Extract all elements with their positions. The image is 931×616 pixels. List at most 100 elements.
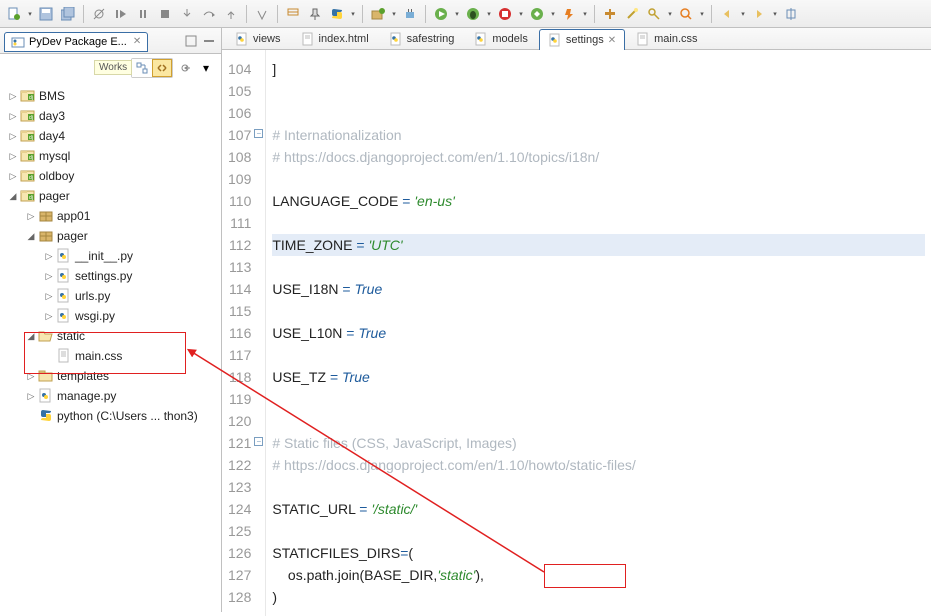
step-over-icon[interactable] — [199, 4, 219, 24]
code-line[interactable]: # Static files (CSS, JavaScript, Images) — [272, 432, 925, 454]
code-line[interactable] — [272, 80, 925, 102]
new-package-icon[interactable] — [368, 4, 388, 24]
code-line[interactable]: STATIC_URL = '/static/' — [272, 498, 925, 520]
code-line[interactable] — [272, 476, 925, 498]
collapse-all-icon[interactable] — [132, 59, 152, 77]
dropdown-icon[interactable]: ▾ — [581, 4, 589, 24]
focus-task-icon[interactable] — [176, 59, 194, 77]
code-line[interactable]: # https://docs.djangoproject.com/en/1.10… — [272, 454, 925, 476]
tree-item-manage-py[interactable]: ▷manage.py — [0, 386, 221, 406]
dropdown-icon[interactable]: ▾ — [349, 4, 357, 24]
wand-icon[interactable] — [622, 4, 642, 24]
tree-twisty-icon[interactable]: ▷ — [6, 151, 20, 162]
code-content[interactable]: ] # Internationalization # https://docs.dj… — [266, 50, 931, 616]
dropdown-icon[interactable]: ▾ — [485, 4, 493, 24]
pin-icon[interactable] — [305, 4, 325, 24]
step-return-icon[interactable] — [221, 4, 241, 24]
tree-item-settings-py[interactable]: ▷settings.py — [0, 266, 221, 286]
tree-item-app01[interactable]: ▷app01 — [0, 206, 221, 226]
code-line[interactable]: ) — [272, 586, 925, 608]
dropdown-icon[interactable]: ▾ — [698, 4, 706, 24]
code-line[interactable]: USE_I18N = True — [272, 278, 925, 300]
tree-twisty-icon[interactable]: ▷ — [6, 91, 20, 102]
resume-icon[interactable] — [111, 4, 131, 24]
dropdown-icon[interactable]: ▾ — [666, 4, 674, 24]
code-line[interactable] — [272, 256, 925, 278]
fold-marker-icon[interactable]: − — [254, 129, 263, 138]
view-menu-icon[interactable]: ▾ — [197, 59, 215, 77]
tree-item-bms[interactable]: ▷djBMS — [0, 86, 221, 106]
dropdown-icon[interactable]: ▾ — [26, 4, 34, 24]
maximize-icon[interactable] — [201, 33, 217, 49]
new-file-icon[interactable] — [4, 4, 24, 24]
code-line[interactable] — [272, 212, 925, 234]
dropdown-icon[interactable]: ▾ — [390, 4, 398, 24]
editor-tab-index-html[interactable]: index.html — [292, 28, 378, 49]
editor-tab-safestring[interactable]: safestring — [380, 28, 464, 49]
dropdown-icon[interactable]: ▾ — [771, 4, 779, 24]
code-line[interactable]: LANGUAGE_CODE = 'en-us' — [272, 190, 925, 212]
editor-tab-main-css[interactable]: main.css — [627, 28, 706, 49]
explorer-tab[interactable]: PyDev Package E... ✕ — [4, 32, 148, 52]
tree-item-pager[interactable]: ◢djpager — [0, 186, 221, 206]
task-icon[interactable] — [283, 4, 303, 24]
nav-back-icon[interactable] — [717, 4, 737, 24]
dropdown-icon[interactable]: ▾ — [549, 4, 557, 24]
editor-tab-models[interactable]: models — [465, 28, 536, 49]
editor-tab-settings[interactable]: settings✕ — [539, 29, 625, 50]
coverage-icon[interactable] — [527, 4, 547, 24]
tree-twisty-icon[interactable]: ▷ — [42, 251, 56, 262]
code-line[interactable] — [272, 102, 925, 124]
tree-item-python---c--users-----thon3-[interactable]: ▷python (C:\Users ... thon3) — [0, 406, 221, 426]
code-line[interactable] — [272, 410, 925, 432]
code-line[interactable]: TIME_ZONE = 'UTC' — [272, 234, 925, 256]
close-icon[interactable]: ✕ — [133, 36, 141, 47]
tree-item-mysql[interactable]: ▷djmysql — [0, 146, 221, 166]
tree-twisty-icon[interactable]: ▷ — [42, 311, 56, 322]
step-into-icon[interactable] — [177, 4, 197, 24]
tree-twisty-icon[interactable]: ▷ — [42, 291, 56, 302]
tree-item-templates[interactable]: ▷templates — [0, 366, 221, 386]
tree-item-urls-py[interactable]: ▷urls.py — [0, 286, 221, 306]
python-icon[interactable] — [327, 4, 347, 24]
code-line[interactable]: ] — [272, 58, 925, 80]
debug-icon[interactable] — [463, 4, 483, 24]
cursor-location-icon[interactable] — [781, 4, 801, 24]
code-line[interactable] — [272, 344, 925, 366]
close-icon[interactable]: ✕ — [608, 35, 616, 46]
dropdown-icon[interactable]: ▾ — [517, 4, 525, 24]
tree-item-wsgi-py[interactable]: ▷wsgi.py — [0, 306, 221, 326]
tree-item-main-css[interactable]: ▷main.css — [0, 346, 221, 366]
tree-item---init---py[interactable]: ▷__init__.py — [0, 246, 221, 266]
package-tree[interactable]: ▷djBMS▷djday3▷djday4▷djmysql▷djoldboy◢dj… — [0, 82, 221, 612]
code-line[interactable]: os.path.join(BASE_DIR,'static'), — [272, 564, 925, 586]
search-icon[interactable] — [676, 4, 696, 24]
tree-twisty-icon[interactable]: ◢ — [24, 331, 38, 342]
suspend-icon[interactable] — [133, 4, 153, 24]
code-line[interactable] — [272, 388, 925, 410]
nav-forward-icon[interactable] — [749, 4, 769, 24]
tree-item-day3[interactable]: ▷djday3 — [0, 106, 221, 126]
tree-twisty-icon[interactable]: ▷ — [6, 131, 20, 142]
plugin-icon[interactable] — [400, 4, 420, 24]
run-icon[interactable] — [431, 4, 451, 24]
torch-icon[interactable] — [559, 4, 579, 24]
save-icon[interactable] — [36, 4, 56, 24]
code-editor[interactable]: 104105106107−108109110111112113114115116… — [222, 50, 931, 616]
code-line[interactable]: # Internationalization — [272, 124, 925, 146]
tree-twisty-icon[interactable]: ▷ — [6, 171, 20, 182]
editor-tab-views[interactable]: views — [226, 28, 290, 49]
fold-marker-icon[interactable]: − — [254, 437, 263, 446]
tree-twisty-icon[interactable]: ▷ — [6, 111, 20, 122]
save-all-icon[interactable] — [58, 4, 78, 24]
tree-item-day4[interactable]: ▷djday4 — [0, 126, 221, 146]
tree-twisty-icon[interactable]: ▷ — [24, 371, 38, 382]
tree-twisty-icon[interactable]: ▷ — [24, 211, 38, 222]
code-line[interactable]: USE_TZ = True — [272, 366, 925, 388]
tree-twisty-icon[interactable]: ◢ — [24, 231, 38, 242]
code-line[interactable] — [272, 168, 925, 190]
code-line[interactable]: STATICFILES_DIRS=( — [272, 542, 925, 564]
tree-item-oldboy[interactable]: ▷djoldboy — [0, 166, 221, 186]
code-line[interactable] — [272, 300, 925, 322]
code-line[interactable]: USE_L10N = True — [272, 322, 925, 344]
